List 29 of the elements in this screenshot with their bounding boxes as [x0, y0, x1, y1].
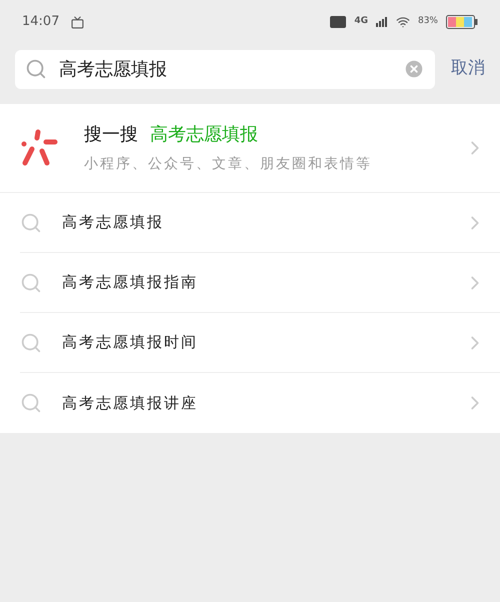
suggestion-item[interactable]: 高考志愿填报讲座 [20, 373, 500, 433]
search-one-row[interactable]: 搜一搜 高考志愿填报 小程序、公众号、文章、朋友圈和表情等 [0, 104, 500, 193]
suggestion-text: 高考志愿填报 [62, 212, 165, 234]
search-icon [25, 58, 47, 80]
suggestion-text: 高考志愿填报指南 [62, 272, 199, 294]
search-one-logo-icon [20, 129, 58, 167]
status-time: 14:07 [22, 13, 60, 32]
search-field[interactable]: 高考志愿填报 [15, 50, 435, 88]
search-one-subtitle: 小程序、公众号、文章、朋友圈和表情等 [84, 155, 373, 174]
search-text: 高考志愿填报 [59, 58, 168, 82]
clear-icon[interactable] [403, 58, 425, 80]
suggestion-text: 高考志愿填报时间 [62, 332, 199, 354]
suggestion-text: 高考志愿填报讲座 [62, 392, 199, 414]
search-icon [20, 392, 42, 414]
search-icon [20, 332, 42, 354]
search-icon [20, 212, 42, 234]
cancel-button[interactable]: 取消 [451, 56, 485, 82]
battery-icon [446, 15, 478, 29]
wifi-icon [396, 15, 410, 29]
network-label: 4G [354, 15, 368, 28]
tv-icon [71, 16, 84, 28]
signal-icon [376, 17, 388, 27]
search-one-label: 搜一搜 [84, 123, 138, 147]
suggestion-item[interactable]: 高考志愿填报 [20, 193, 500, 253]
battery-percent: 83% [418, 15, 438, 28]
search-one-query: 高考志愿填报 [150, 123, 258, 147]
search-icon [20, 272, 42, 294]
suggestion-item[interactable]: 高考志愿填报时间 [20, 313, 500, 373]
suggestion-item[interactable]: 高考志愿填报指南 [20, 253, 500, 313]
